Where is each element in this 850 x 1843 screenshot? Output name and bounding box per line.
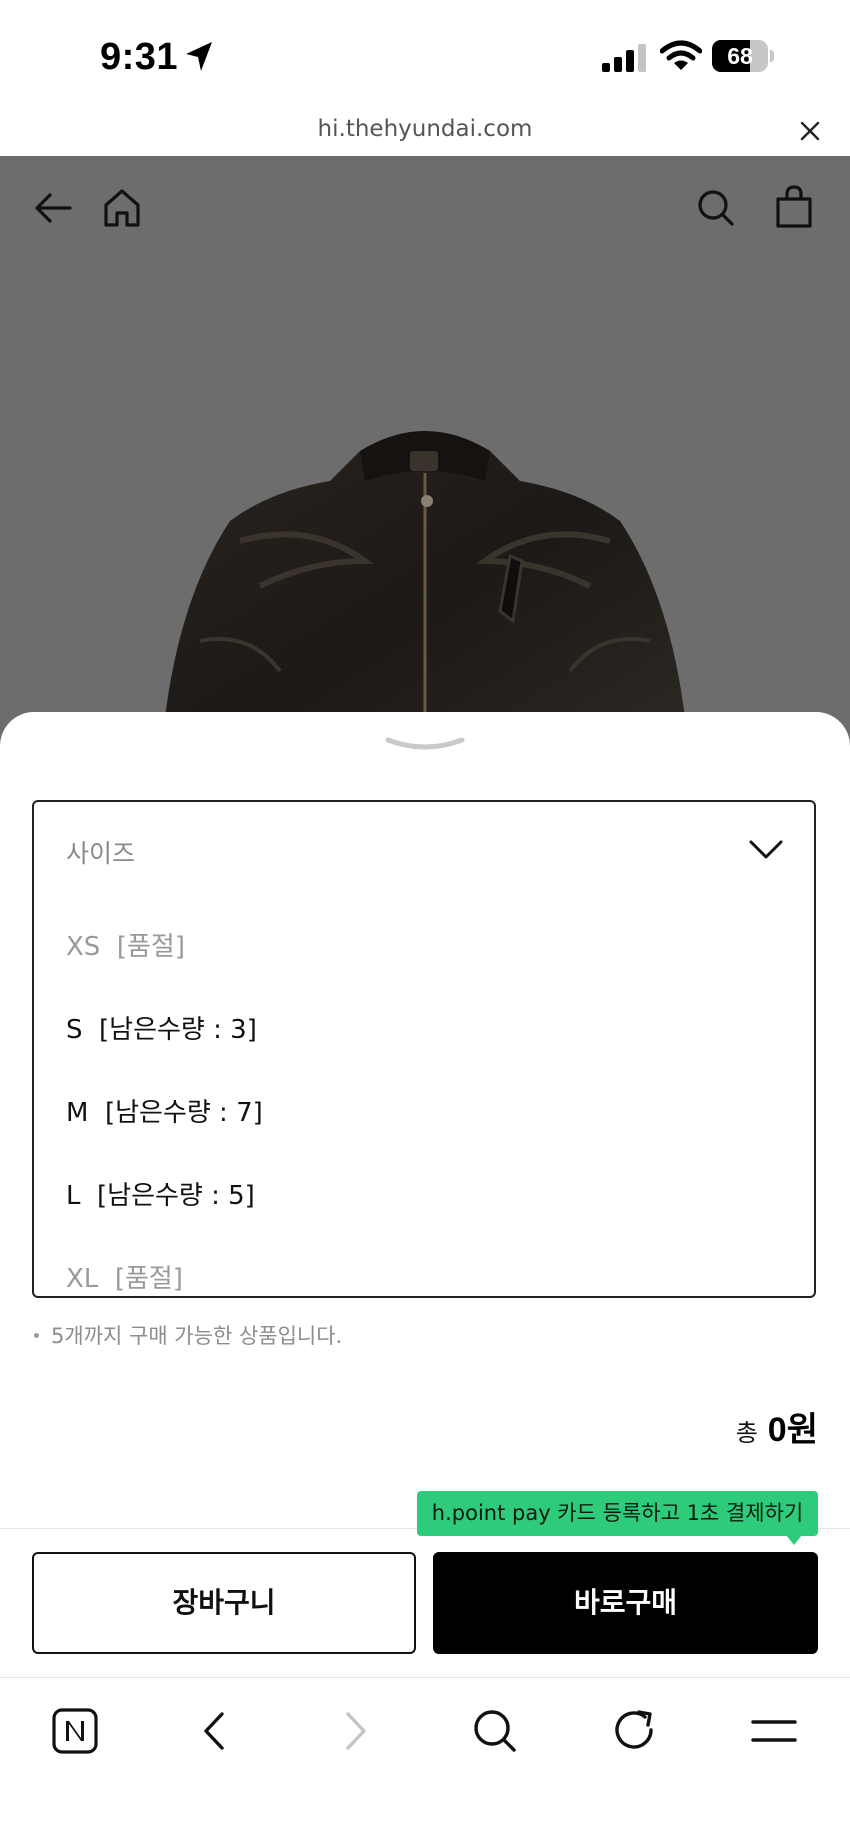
promo-tooltip[interactable]: h.point pay 카드 등록하고 1초 결제하기 [417,1491,818,1536]
leather-jacket-image [161,431,689,756]
cellular-signal-icon [602,44,646,72]
search-icon[interactable] [472,1708,518,1754]
wifi-icon [660,40,702,70]
menu-icon[interactable] [750,1708,798,1754]
size-option-l[interactable]: L [남은수량 : 5] [66,1175,255,1212]
total-label: 총 [735,1419,758,1447]
url-bar: hi.thehyundai.com [0,110,850,156]
sheet-handle-icon[interactable] [384,734,466,754]
shopping-bag-icon[interactable] [774,184,814,230]
size-option-xs[interactable]: XS [품절] [66,926,185,963]
back-arrow-icon[interactable] [32,186,76,230]
purchase-limit-text: 5개까지 구매 가능한 상품입니다. [51,1324,343,1348]
size-dropdown-label: 사이즈 [66,839,136,868]
buy-now-button[interactable]: 바로구매 [433,1552,818,1654]
location-arrow-icon [186,42,212,71]
back-icon[interactable] [198,1708,230,1754]
size-option-s[interactable]: S [남은수량 : 3] [66,1009,257,1046]
size-option-xl[interactable]: XL [품절] [66,1258,183,1295]
search-icon[interactable] [696,186,736,230]
product-image-area [0,156,850,756]
size-dropdown[interactable]: 사이즈 XS [품절] S [남은수량 : 3] M [남은수량 : 7] L … [32,800,816,1298]
chevron-down-icon[interactable] [748,838,784,862]
total-value: 0원 [767,1411,818,1449]
url-text[interactable]: hi.thehyundai.com [0,116,850,142]
naver-home-icon[interactable] [52,1708,98,1754]
total-price: 총 0원 [736,1402,818,1451]
refresh-icon[interactable] [612,1708,658,1754]
home-icon[interactable] [101,186,143,230]
close-icon[interactable] [797,118,823,144]
battery-icon: 68 [712,40,774,72]
size-option-m[interactable]: M [남은수량 : 7] [66,1092,263,1129]
status-time: 9:31 [100,36,179,78]
forward-icon[interactable] [340,1708,372,1754]
battery-level: 68 [727,43,753,69]
browser-toolbar [0,1677,850,1843]
bullet-icon [34,1332,39,1338]
size-dropdown-header[interactable]: 사이즈 [34,802,814,898]
add-to-cart-button[interactable]: 장바구니 [32,1552,416,1654]
purchase-limit-note: 5개까지 구매 가능한 상품입니다. [34,1320,342,1350]
status-bar: 9:31 68 [0,0,850,110]
tooltip-arrow-icon [786,1535,802,1545]
option-bottom-sheet: 사이즈 XS [품절] S [남은수량 : 3] M [남은수량 : 7] L … [0,712,850,1842]
